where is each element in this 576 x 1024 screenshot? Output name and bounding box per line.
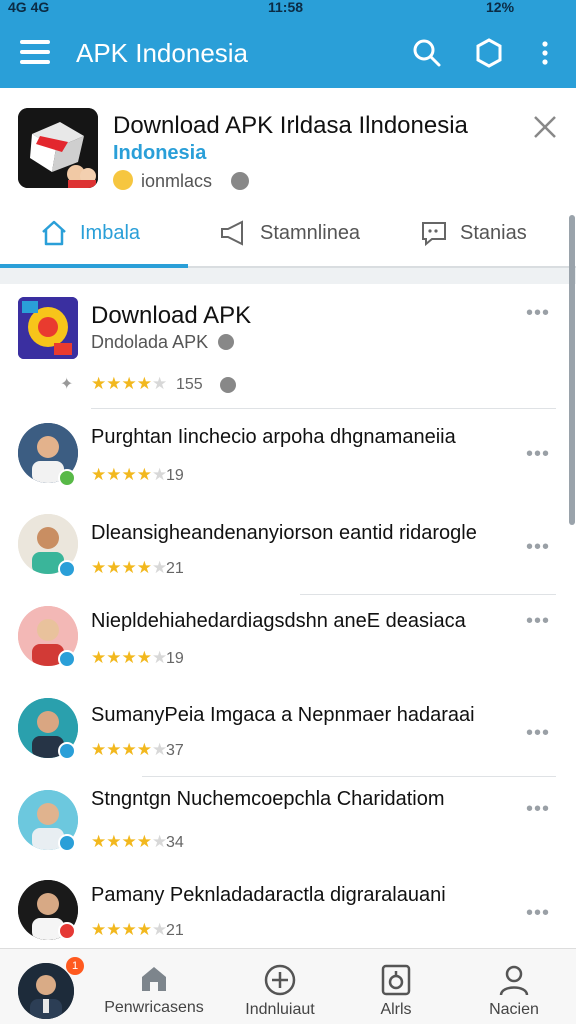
item-title: Dleansigheandenanyiorson eantid ridarogl… [91,522,477,544]
item-title: Niepldehiahedardiagsdshn aneE deasiaca [91,610,466,632]
rating-stars: ★★★★★ [91,832,168,851]
featured-subtitle: Dndolada APK [91,332,235,353]
signal-indicator: 4G 4G [8,0,50,15]
list-item-featured[interactable]: Download APK Dndolada APK ✦ ★★★★★ 155 ••… [0,284,576,410]
header-meta: ionmlacs [113,170,250,192]
more-options-icon[interactable]: ••• [526,722,550,745]
list-item[interactable]: SumanyPeia Imgaca a Nepnmaer hadaraai ★★… [0,684,576,774]
more-vert-icon[interactable] [528,36,562,70]
app-bar: APK Indonesia [0,18,576,88]
list-item[interactable]: Stngntgn Nuchemcoepchla Charidatiom ★★★★… [0,776,576,866]
list-item[interactable]: Pamany Peknladadaractla digraralauani ★★… [0,866,576,948]
rating-count: 155 [176,376,203,393]
more-options-icon[interactable]: ••• [526,536,550,559]
nav-label: Penwricasens [104,999,204,1016]
app-logo [18,108,98,188]
battery-level: 12% [486,0,515,15]
more-options-icon[interactable]: ••• [526,443,550,466]
status-badge [58,922,76,940]
nav-label: Nacien [489,1001,539,1018]
status-badge [58,834,76,852]
status-badge [58,469,76,487]
nav-label: Indnluiaut [245,1001,315,1018]
globe-icon [231,172,250,190]
nav-item-indnluiaut[interactable]: Indnluiaut [226,949,334,1024]
person-icon [499,965,529,996]
rating-stars: ★★★★★ [91,374,168,393]
tab-label: Stamnlinea [260,221,361,244]
globe-icon [220,377,236,393]
more-options-icon[interactable]: ••• [526,798,550,821]
more-options-icon[interactable]: ••• [526,302,550,325]
megaphone-icon [221,220,243,246]
hexagon-icon[interactable] [472,36,506,70]
tab-stanias[interactable]: Stanias [420,200,527,266]
item-title: Pamany Peknladadaractla digraralauani [91,884,446,906]
nav-label: Alrls [380,1001,412,1018]
more-options-icon[interactable]: ••• [526,610,550,633]
notification-badge: 1 [66,957,84,975]
featured-app-icon [18,297,78,359]
tab-imbala[interactable]: Imbala [40,200,140,266]
header-title: Download APK Irldasa Ilndonesia [113,112,468,139]
list-item[interactable]: Purghtan Iinchecio arpoha dhgnamaneiia ★… [0,410,576,500]
profile-avatar[interactable] [18,963,74,1019]
status-badge [58,560,76,578]
bottom-nav: 1 Penwricasens Indnluiaut Alrls Nacien [0,948,576,1024]
scrollbar[interactable] [569,215,575,525]
rating-count: 37 [166,742,184,759]
list-item[interactable]: Niepldehiahedardiagsdshn aneE deasiaca ★… [0,594,576,684]
store-icon [142,967,166,991]
home-icon [42,220,66,246]
header-subtitle: Indonesia [113,142,207,164]
tab-bar: Imbala Stamnlinea Stanias [0,200,576,268]
close-icon[interactable] [530,112,560,142]
section-gap [0,268,576,284]
nav-item-nacien[interactable]: Nacien [470,949,558,1024]
rating-count: 21 [166,560,184,577]
list-item[interactable]: Dleansigheandenanyiorson eantid ridarogl… [0,500,576,590]
status-badge [58,742,76,760]
rating-stars: ★★★★★ [91,648,168,667]
tab-label: Imbala [80,221,141,244]
featured-title: Download APK [91,302,252,329]
rating-stars: ★★★★★ [91,558,168,577]
rating-stars: ★★★★★ [91,920,168,939]
item-title: Stngntgn Nuchemcoepchla Charidatiom [91,788,445,810]
globe-icon [218,334,235,350]
more-options-icon[interactable]: ••• [526,902,550,925]
nav-item-alrls[interactable]: Alrls [356,949,436,1024]
rating-count: 19 [166,467,184,484]
emoji-icon [113,170,133,190]
clock: 11:58 [268,0,304,15]
rating-count: 19 [166,650,184,667]
app-list: Download APK Dndolada APK ✦ ★★★★★ 155 ••… [0,284,576,948]
divider [91,408,556,409]
item-title: Purghtan Iinchecio arpoha dhgnamaneiia [91,426,456,448]
nav-item-penwricasens[interactable]: Penwricasens [96,949,212,1024]
chat-icon [422,222,446,247]
sparkle-icon: ✦ [60,376,74,393]
search-icon[interactable] [410,36,444,70]
item-title: SumanyPeia Imgaca a Nepnmaer hadaraai [91,704,475,726]
tab-label: Stanias [460,221,527,244]
app-title: APK Indonesia [76,38,249,68]
rating-stars: ★★★★★ [91,465,168,484]
add-circle-icon [264,964,296,996]
status-bar: 4G 4G 11:58 12% [0,0,576,18]
rating-count: 34 [166,834,184,851]
tab-stamnlinea[interactable]: Stamnlinea [218,200,360,266]
rating-stars: ★★★★★ [91,740,168,759]
rating-count: 21 [166,922,184,939]
menu-icon[interactable] [20,40,50,66]
app-box-icon [381,964,411,996]
featured-subtitle-text: Dndolada APK [91,332,209,352]
header-meta-text: ionmlacs [141,171,213,191]
status-badge [58,650,76,668]
